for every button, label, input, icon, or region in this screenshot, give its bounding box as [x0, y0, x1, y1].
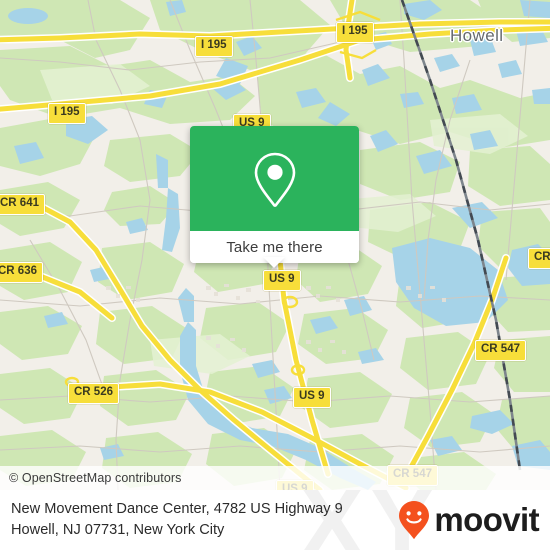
moovit-smiley-pin-icon	[399, 501, 430, 539]
address-line-1: New Movement Dance Center, 4782 US Highw…	[11, 501, 343, 517]
footer-bar: XY New Movement Dance Center, 4782 US Hi…	[0, 490, 550, 550]
shield-i195-topright[interactable]: I 195	[336, 22, 374, 43]
shield-cr526[interactable]: CR 526	[68, 383, 119, 404]
address-line-2: Howell, NJ 07731, New York City	[11, 522, 225, 538]
popup-card-header	[190, 126, 359, 231]
shield-cr-rightedge[interactable]: CR	[528, 248, 550, 269]
shield-cr641[interactable]: CR 641	[0, 194, 45, 215]
take-me-there-label: Take me there	[226, 238, 323, 256]
map-pin-icon	[254, 152, 295, 207]
shield-us9-bottom[interactable]: US 9	[293, 387, 331, 408]
moovit-wordmark: moovit	[434, 501, 539, 538]
shield-i195-left[interactable]: I 195	[48, 103, 86, 124]
moovit-logo[interactable]: moovit	[397, 500, 540, 540]
shield-us9-center[interactable]: US 9	[263, 270, 301, 291]
attribution-bar: © OpenStreetMap contributors	[0, 466, 550, 490]
shield-cr547-right[interactable]: CR 547	[475, 340, 526, 361]
location-popup-card[interactable]: Take me there	[190, 126, 359, 263]
shield-i195-top[interactable]: I 195	[195, 36, 233, 57]
shield-cr636[interactable]: CR 636	[0, 262, 43, 283]
location-address-block: New Movement Dance Center, 4782 US Highw…	[0, 499, 343, 541]
attribution-text[interactable]: © OpenStreetMap contributors	[0, 471, 182, 485]
city-label-howell: Howell	[450, 26, 504, 45]
popup-card-pointer	[263, 257, 285, 268]
moovit-map-screenshot: Howell I 195 I 195 I 195 US 9 CR 641 CR …	[0, 0, 550, 550]
